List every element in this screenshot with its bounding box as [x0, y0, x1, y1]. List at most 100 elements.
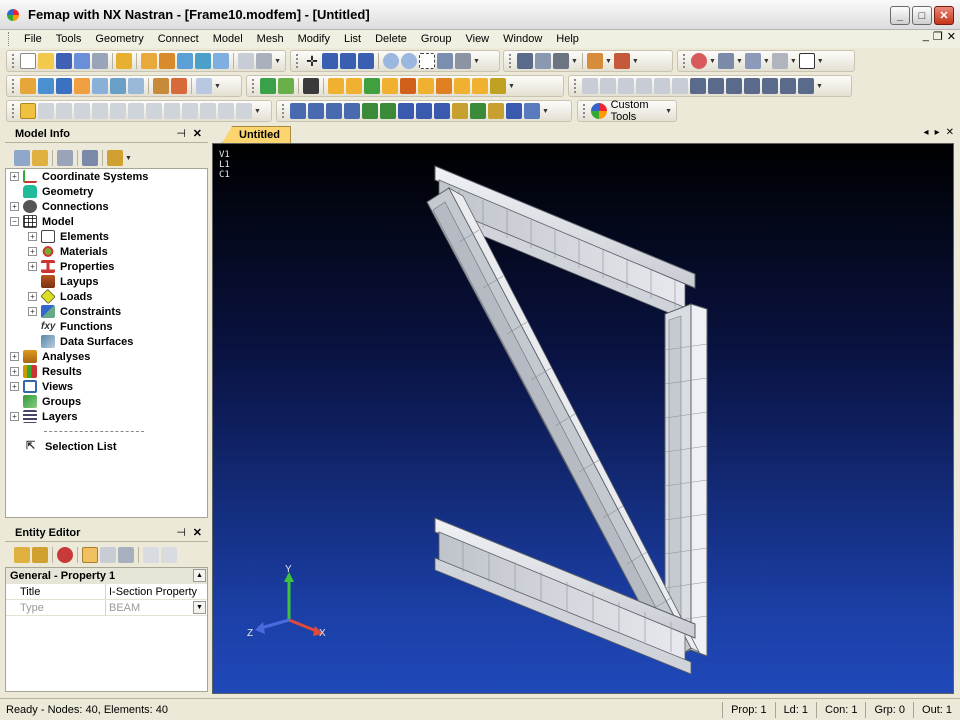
geometry-solid-icon[interactable] [400, 78, 416, 94]
chevron-down-icon[interactable]: ▼ [542, 108, 549, 115]
zoom-out-icon[interactable] [401, 53, 417, 69]
select-entity-icon[interactable] [32, 547, 48, 563]
tree-node-coordinate-systems[interactable]: + Coordinate Systems [10, 169, 148, 184]
redo-icon[interactable] [91, 53, 108, 69]
tree-node-views[interactable]: + Views [10, 379, 73, 394]
tree-node-groups[interactable]: Groups [23, 394, 81, 409]
property-value[interactable]: BEAM [106, 602, 140, 614]
autoscale-icon[interactable] [437, 53, 453, 69]
close-button[interactable]: ✕ [934, 6, 954, 25]
geometry-element-icon[interactable] [454, 78, 470, 94]
rod-element-icon[interactable] [326, 103, 342, 119]
pick-query-icon[interactable] [744, 53, 761, 69]
geometry-csys-icon[interactable] [418, 78, 434, 94]
tree-filter-icon[interactable] [57, 150, 73, 166]
expand-icon[interactable]: + [28, 307, 37, 316]
tube-element-icon[interactable] [344, 103, 360, 119]
snap-center-icon[interactable] [182, 103, 198, 119]
magnify-icon[interactable] [455, 53, 471, 69]
next-icon[interactable] [161, 547, 177, 563]
node-icon[interactable] [92, 78, 108, 94]
expand-icon[interactable]: + [28, 262, 37, 271]
snap-misc-icon[interactable] [236, 103, 252, 119]
menu-tools[interactable]: Tools [49, 33, 89, 45]
window-icon[interactable] [798, 53, 815, 69]
tree-node-results[interactable]: + Results [10, 364, 82, 379]
open-folder-icon[interactable] [37, 53, 54, 69]
plate-element-icon[interactable] [362, 103, 378, 119]
snap-edge-icon[interactable] [146, 103, 162, 119]
status-output[interactable]: Out: 1 [913, 701, 960, 718]
pin-icon[interactable]: ⊣ [176, 127, 186, 140]
data-table-icon[interactable] [177, 53, 194, 69]
tree-node-constraints[interactable]: + Constraints [28, 304, 121, 319]
mesh-icon[interactable] [128, 78, 144, 94]
menu-view[interactable]: View [458, 33, 496, 45]
chevron-down-icon[interactable]: ▼ [254, 108, 261, 115]
solid-element-icon[interactable] [380, 103, 396, 119]
menu-group[interactable]: Group [414, 33, 459, 45]
tab-untitled[interactable]: Untitled [222, 126, 291, 143]
chevron-down-icon[interactable]: ▼ [763, 58, 770, 65]
tree-node-geometry[interactable]: Geometry [23, 184, 93, 199]
tree-arrow-icon[interactable] [82, 150, 98, 166]
model-info-icon[interactable] [141, 53, 158, 69]
chevron-down-icon[interactable]: ▼ [790, 58, 797, 65]
chevron-down-icon[interactable]: ▼ [632, 58, 639, 65]
chevron-down-icon[interactable]: ▼ [665, 108, 672, 115]
tree-node-selection-list[interactable]: ⇱ Selection List [26, 439, 117, 454]
status-load[interactable]: Ld: 1 [774, 701, 816, 718]
chevron-down-icon[interactable]: ▼ [709, 58, 716, 65]
tree-node-materials[interactable]: + Materials [28, 244, 108, 259]
collapse-icon[interactable]: ▲ [193, 569, 206, 582]
mesh-grid-4-icon[interactable] [744, 78, 760, 94]
property-icon[interactable] [153, 78, 169, 94]
chevron-down-icon[interactable]: ▼ [817, 58, 824, 65]
geometry-surface-icon[interactable] [364, 78, 380, 94]
menu-help[interactable]: Help [549, 33, 586, 45]
geometry-point-icon[interactable] [328, 78, 344, 94]
scroll-right-icon[interactable]: ▸ [935, 127, 940, 138]
mdi-close-button[interactable]: ✕ [947, 30, 956, 43]
chevron-down-icon[interactable]: ▼ [736, 58, 743, 65]
select-entity-icon[interactable] [260, 78, 276, 94]
copy-picture-icon[interactable] [256, 53, 273, 69]
offset-icon[interactable] [398, 103, 414, 119]
pick-icon[interactable] [717, 53, 734, 69]
visibility-icon[interactable] [553, 53, 569, 69]
mdi-restore-button[interactable]: ❐ [933, 30, 943, 43]
status-group[interactable]: Grp: 0 [865, 701, 913, 718]
save-icon[interactable] [55, 53, 72, 69]
custom-tools-label[interactable]: Custom Tools [611, 99, 664, 123]
load-set-icon[interactable] [171, 78, 187, 94]
snap-face-icon[interactable] [164, 103, 180, 119]
expand-icon[interactable]: + [10, 367, 19, 376]
point-icon[interactable] [20, 78, 36, 94]
element-icon[interactable] [110, 78, 126, 94]
material-orientation-icon[interactable] [452, 103, 468, 119]
snap-curve-icon[interactable] [92, 103, 108, 119]
mesh-grid-icon[interactable] [690, 78, 706, 94]
sort-icon[interactable] [100, 547, 116, 563]
menu-window[interactable]: Window [496, 33, 549, 45]
custom-tools-icon[interactable] [590, 103, 607, 119]
expand-icon[interactable]: + [10, 382, 19, 391]
expand-icon[interactable]: + [28, 247, 37, 256]
snap-off-icon[interactable] [218, 103, 234, 119]
mesh-grid-3-icon[interactable] [726, 78, 742, 94]
mesh-tool-4-icon[interactable] [636, 78, 652, 94]
menu-list[interactable]: List [337, 33, 368, 45]
categorized-icon[interactable] [82, 547, 98, 563]
expand-icon[interactable]: + [28, 232, 37, 241]
pin-icon[interactable]: ⊣ [176, 526, 186, 539]
snap-mid-icon[interactable] [200, 103, 216, 119]
menu-delete[interactable]: Delete [368, 33, 414, 45]
geometry-load-icon[interactable] [472, 78, 488, 94]
connection-region-icon[interactable] [488, 103, 504, 119]
tree-layout-icon[interactable] [14, 150, 30, 166]
geometry-constraint-icon[interactable] [490, 78, 506, 94]
rebuild-icon[interactable] [116, 53, 133, 69]
tree-node-connections[interactable]: + Connections [10, 199, 109, 214]
chevron-down-icon[interactable]: ▼ [193, 601, 206, 614]
status-constraint[interactable]: Con: 1 [816, 701, 865, 718]
